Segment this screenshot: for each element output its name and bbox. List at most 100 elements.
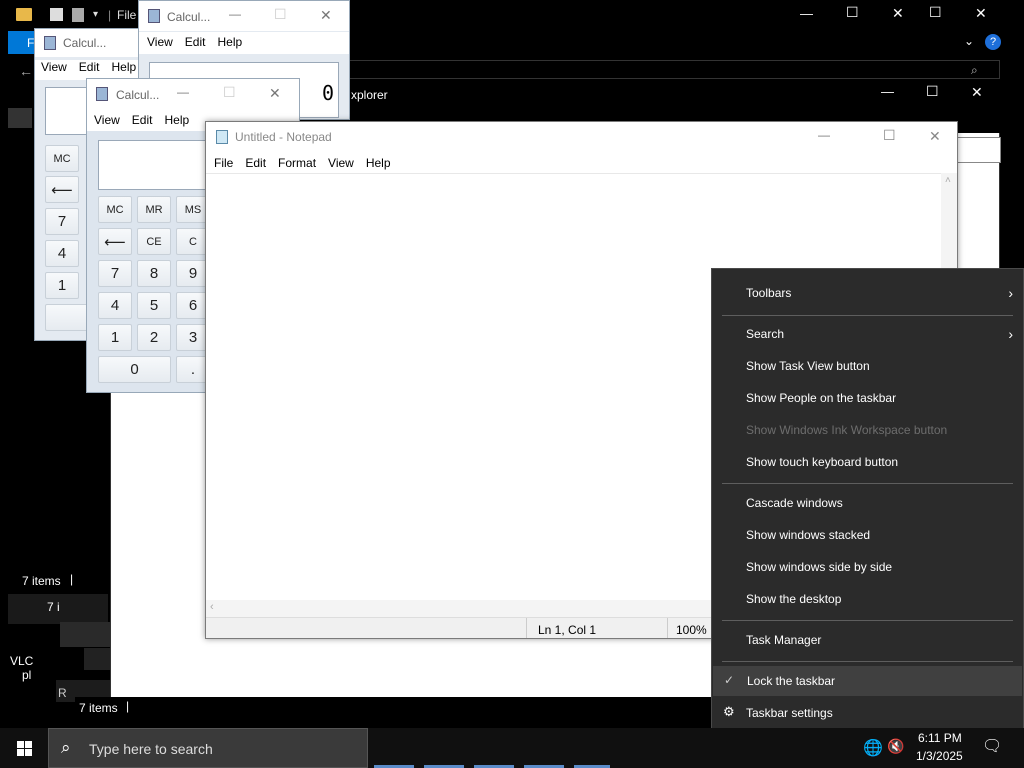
scroll-up-arrow-icon[interactable]: ˄ (945, 175, 951, 186)
maximize-button[interactable]: ☐ (274, 6, 287, 23)
dropdown-arrow-icon[interactable]: ▾ (93, 9, 98, 20)
menu-item-label: Lock the taskbar (747, 674, 836, 688)
menu-help[interactable]: Help (211, 35, 248, 54)
stacked-window-edge: 7 i (8, 594, 108, 624)
key-7[interactable]: 7 (45, 208, 79, 235)
menu-item-side-by-side[interactable]: Show windows side by side (712, 552, 1023, 582)
key-1[interactable]: 1 (45, 272, 79, 299)
close-button-2[interactable]: ✕ (975, 5, 987, 22)
menu-item-toolbars[interactable]: Toolbars › (712, 278, 1023, 308)
page-icon[interactable] (72, 8, 84, 22)
menu-help[interactable]: Help (360, 156, 397, 173)
search-icon: ⌕ (61, 738, 71, 757)
menu-item-people[interactable]: Show People on the taskbar (712, 383, 1023, 413)
volume-muted-icon[interactable]: 🔇 (887, 738, 904, 755)
key-8[interactable]: 8 (137, 260, 171, 287)
key-backspace[interactable]: ⟵ (98, 228, 132, 255)
start-button[interactable] (0, 728, 48, 768)
notepad-titlebar[interactable]: Untitled - Notepad — ☐ ✕ (206, 122, 957, 152)
nav-pane (8, 108, 32, 128)
search-icon[interactable]: ⌕ (971, 63, 978, 78)
menu-view[interactable]: View (322, 156, 360, 173)
close-button[interactable]: ✕ (892, 5, 904, 22)
checkbox-icon[interactable] (50, 8, 63, 21)
minimize-button[interactable]: — (881, 84, 894, 99)
windows-logo-icon (16, 740, 32, 756)
menu-edit[interactable]: Edit (73, 60, 106, 80)
key-4[interactable]: 4 (98, 292, 132, 319)
minimize-button[interactable]: — (800, 6, 813, 21)
clock-date[interactable]: 1/3/2025 (916, 749, 963, 763)
close-button[interactable]: ✕ (269, 85, 281, 102)
key-2[interactable]: 2 (137, 324, 171, 351)
close-button[interactable]: ✕ (320, 7, 332, 24)
menu-item-task-view[interactable]: Show Task View button (712, 351, 1023, 381)
menu-format[interactable]: Format (272, 156, 322, 173)
clock-time[interactable]: 6:11 PM (918, 731, 962, 745)
separator: | (108, 8, 112, 22)
menu-edit[interactable]: Edit (179, 35, 212, 54)
menu-edit[interactable]: Edit (126, 113, 159, 131)
key-4[interactable]: 4 (45, 240, 79, 267)
minimize-button[interactable]: — (177, 85, 189, 99)
menu-view[interactable]: View (35, 60, 73, 80)
menu-view[interactable]: View (141, 35, 179, 54)
folder-icon (16, 8, 32, 21)
menu-help[interactable]: Help (158, 113, 195, 131)
menu-item-label: Show windows side by side (746, 560, 893, 574)
menu-item-search[interactable]: Search › (712, 319, 1023, 349)
minimize-button[interactable]: — (818, 128, 830, 142)
scroll-left-arrow-icon[interactable]: ‹ (210, 601, 214, 613)
maximize-button[interactable]: ☐ (926, 83, 939, 100)
close-button[interactable]: ✕ (929, 128, 941, 145)
calc-back-titlebar[interactable]: Calcul... (35, 29, 143, 57)
calc-front-titlebar[interactable]: Calcul... — ☐ ✕ (87, 79, 299, 109)
minimize-button[interactable]: — (229, 7, 241, 21)
explorer-front-search[interactable] (951, 137, 1001, 163)
chevron-down-icon[interactable]: ⌄ (964, 34, 974, 48)
menu-item-label: Task Manager (746, 633, 822, 647)
menu-item-label: Show Task View button (746, 359, 870, 373)
status-items: 7 items (79, 701, 118, 715)
maximize-button[interactable]: ☐ (223, 84, 236, 101)
key-7[interactable]: 7 (98, 260, 132, 287)
menu-item-touch-keyboard[interactable]: Show touch keyboard button (712, 447, 1023, 477)
menu-edit[interactable]: Edit (239, 156, 272, 173)
key-mr[interactable]: MR (137, 196, 171, 223)
menu-separator (722, 661, 1013, 662)
calculator-icon (148, 9, 160, 23)
network-icon[interactable]: 🌐 (863, 738, 883, 758)
menu-item-show-desktop[interactable]: Show the desktop (712, 584, 1023, 614)
maximize-button[interactable]: ☐ (846, 4, 859, 21)
menu-item-stacked[interactable]: Show windows stacked (712, 520, 1023, 550)
key-5[interactable]: 5 (137, 292, 171, 319)
key-mc[interactable]: MC (98, 196, 132, 223)
key-mc[interactable]: MC (45, 145, 79, 172)
help-icon[interactable]: ? (985, 34, 1001, 50)
menu-item-task-manager[interactable]: Task Manager (712, 625, 1023, 655)
status-divider-2 (667, 618, 668, 638)
menu-help[interactable]: Help (105, 60, 142, 80)
maximize-button[interactable]: ☐ (883, 127, 896, 144)
maximize-button-2[interactable]: ☐ (929, 4, 942, 21)
menu-item-taskbar-settings[interactable]: ⚙ Taskbar settings (712, 698, 1023, 728)
back-arrow-icon[interactable]: ← (19, 63, 33, 79)
menu-item-cascade[interactable]: Cascade windows (712, 488, 1023, 518)
taskbar-search-box[interactable]: ⌕ Type here to search (48, 728, 368, 768)
notification-icon[interactable]: 🗨 (982, 736, 1002, 756)
status-items-2: 7 i (47, 600, 60, 614)
key-0[interactable]: 0 (98, 356, 171, 383)
calc-mid-titlebar[interactable]: Calcul... — ☐ ✕ (139, 1, 349, 31)
menu-item-lock-taskbar[interactable]: ✓ Lock the taskbar (713, 666, 1022, 696)
menu-view[interactable]: View (88, 113, 126, 131)
chevron-right-icon: › (1008, 326, 1013, 342)
notepad-icon (216, 130, 228, 144)
menu-file[interactable]: File (208, 156, 239, 173)
calculator-icon (44, 36, 56, 50)
close-button[interactable]: ✕ (971, 84, 983, 101)
status-sep: | (70, 572, 74, 586)
key-1[interactable]: 1 (98, 324, 132, 351)
menu-item-label: Toolbars (746, 286, 792, 300)
key-ce[interactable]: CE (137, 228, 171, 255)
key-backspace[interactable]: ⟵ (45, 176, 79, 203)
